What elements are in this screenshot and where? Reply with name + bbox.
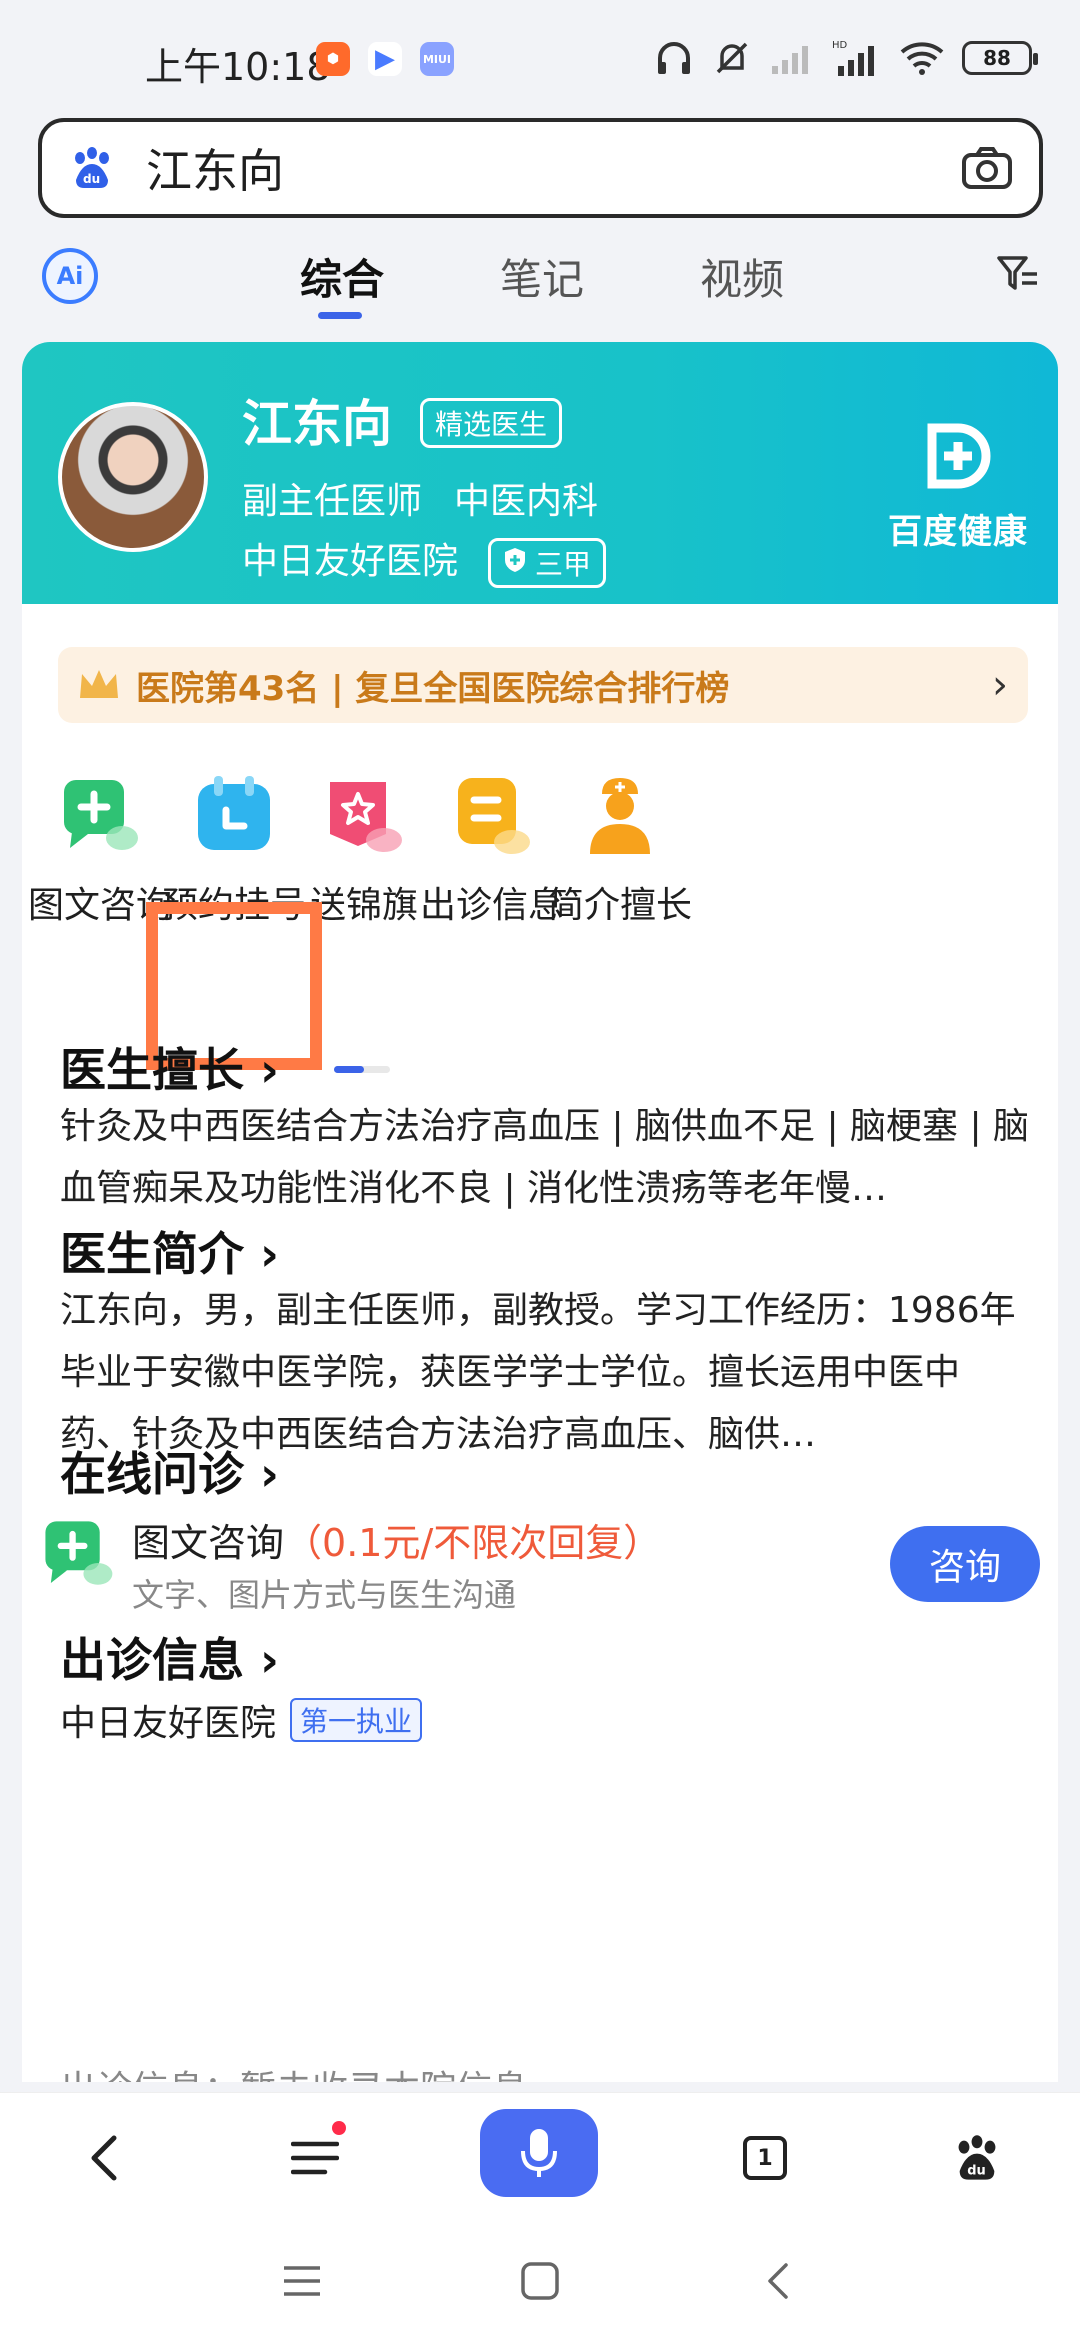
doctor-avatar <box>58 402 208 552</box>
service-shortcuts: 图文咨询 预约挂号 送锦旗 出诊信息 简介擅长 <box>22 762 1058 1073</box>
ranking-text: 医院第43名 | 复旦全国医院综合排行榜 <box>136 668 730 709</box>
app-notification-icon: ⬢ <box>316 42 350 76</box>
hospital-ranking-bar[interactable]: 医院第43名 | 复旦全国医院综合排行榜 › <box>58 647 1028 723</box>
play-store-icon: ▶ <box>368 42 402 76</box>
chevron-right-icon: › <box>260 1633 279 1687</box>
service-intro[interactable]: 简介擅长 <box>530 762 710 928</box>
doctor-card: 江东向 精选医生 副主任医师 中医内科 中日友好医院 三甲 百度健康 医院第43… <box>22 342 1058 2082</box>
star-banner-icon <box>330 782 402 852</box>
consult-row[interactable]: 图文咨询（0.1元/不限次回复） 文字、图片方式与医生沟通 咨询 <box>40 1510 1040 1620</box>
doctor-department: 中医内科 <box>454 481 599 522</box>
clinic-info-title[interactable]: 出诊信息 › <box>60 1624 279 1690</box>
system-back-button[interactable] <box>748 2256 808 2306</box>
camera-icon[interactable] <box>961 146 1013 190</box>
online-consult-title[interactable]: 在线问诊 › <box>60 1438 279 1504</box>
back-button[interactable] <box>58 2113 148 2203</box>
wifi-icon <box>900 42 944 75</box>
baidu-health-logo: 百度健康 <box>888 420 1028 553</box>
schedule-icon <box>458 778 530 854</box>
signal-weak-icon <box>772 46 808 74</box>
doctor-header[interactable]: 江东向 精选医生 副主任医师 中医内科 中日友好医院 三甲 百度健康 <box>22 342 1058 604</box>
mute-bell-icon <box>716 42 748 74</box>
consult-price: （0.1元/不限次回复） <box>284 1521 662 1565</box>
status-indicators: HD 88 <box>654 38 1038 78</box>
intro-title[interactable]: 医生简介 › <box>60 1218 279 1284</box>
tab-notes[interactable]: 笔记 <box>500 246 584 307</box>
baidu-paw-icon: du <box>958 2135 996 2180</box>
browser-toolbar: 1 du <box>0 2092 1080 2216</box>
online-consult-title-text: 在线问诊 <box>60 1447 244 1501</box>
hospital-level-text: 三甲 <box>535 548 592 581</box>
recent-apps-button[interactable] <box>272 2256 332 2306</box>
health-cross-icon <box>927 423 991 489</box>
featured-doctor-badge: 精选医生 <box>420 398 563 448</box>
voice-search-button[interactable] <box>480 2109 598 2197</box>
consult-service-name: 图文咨询 <box>132 1521 285 1565</box>
baidu-home-button[interactable]: du <box>932 2113 1022 2203</box>
clinic-hospital-name: 中日友好医院 <box>60 1703 277 1744</box>
consult-subtitle: 文字、图片方式与医生沟通 <box>132 1576 517 1614</box>
doctor-title: 副主任医师 <box>242 481 423 522</box>
crown-icon <box>80 670 118 698</box>
menu-button[interactable] <box>270 2113 360 2203</box>
chat-plus-icon <box>45 1521 113 1585</box>
service-label: 简介擅长 <box>547 885 692 926</box>
chevron-right-icon: › <box>260 1447 279 1501</box>
intro-title-text: 医生简介 <box>60 1227 244 1281</box>
clinic-info-clipped: 出诊信息：暂未收录本院信息 <box>60 2068 528 2082</box>
tabs-button[interactable]: 1 <box>720 2113 810 2203</box>
filter-icon[interactable] <box>996 254 1040 294</box>
active-tab-indicator <box>318 312 362 319</box>
battery-indicator: 88 <box>962 41 1038 75</box>
chevron-right-icon: › <box>260 1227 279 1281</box>
svg-text:du: du <box>83 172 100 186</box>
svg-text:du: du <box>967 2163 986 2178</box>
consult-button[interactable]: 咨询 <box>890 1526 1040 1602</box>
result-tabs: Ai 综合 笔记 视频 <box>0 240 1080 330</box>
chat-plus-icon <box>64 780 138 850</box>
svg-text:HD: HD <box>832 40 848 51</box>
miui-icon: MIUI <box>420 42 454 76</box>
brand-name: 百度健康 <box>888 512 1028 552</box>
doctor-name: 江东向 <box>242 395 392 453</box>
status-time: 上午10:18 <box>145 45 331 89</box>
shield-icon <box>505 548 525 572</box>
chevron-left-icon <box>768 2263 788 2299</box>
hospital-level-badge: 三甲 <box>488 538 607 588</box>
shortcut-scroll-indicator <box>334 1066 390 1073</box>
status-bar: 上午10:18 ⬢ ▶ MIUI HD 88 <box>0 0 1080 110</box>
menu-icon <box>291 2141 339 2175</box>
clinic-hospital-line[interactable]: 中日友好医院 第一执业 <box>60 1694 423 1746</box>
chevron-right-icon: › <box>260 1043 279 1097</box>
notification-dot <box>332 2121 346 2135</box>
nurse-icon <box>590 778 650 854</box>
signal-hd-icon: HD <box>832 40 874 76</box>
tab-video[interactable]: 视频 <box>700 246 784 307</box>
chevron-right-icon: › <box>992 662 1008 708</box>
baidu-paw-icon: du <box>75 147 109 188</box>
primary-practice-badge: 第一执业 <box>290 1698 423 1742</box>
status-app-icons: ⬢ ▶ MIUI <box>316 42 454 76</box>
home-button[interactable] <box>510 2256 570 2306</box>
doctor-hospital: 中日友好医院 <box>242 541 459 582</box>
tab-count-icon: 1 <box>743 2136 787 2180</box>
expertise-title-text: 医生擅长 <box>60 1043 244 1097</box>
tab-comprehensive[interactable]: 综合 <box>300 246 384 307</box>
expertise-body[interactable]: 针灸及中西医结合方法治疗高血压 | 脑供血不足 | 脑梗塞 | 脑血管痴呆及功能… <box>60 1096 1030 1220</box>
search-input[interactable]: 江东向 <box>146 135 284 201</box>
clinic-info-title-text: 出诊信息 <box>60 1633 244 1687</box>
consult-service-title: 图文咨询（0.1元/不限次回复） <box>132 1512 661 1567</box>
search-box[interactable]: du 江东向 <box>38 118 1043 218</box>
system-nav-bar <box>0 2216 1080 2340</box>
ai-assistant-icon[interactable]: Ai <box>42 248 98 304</box>
expertise-title[interactable]: 医生擅长 › <box>60 1034 279 1100</box>
headphones-icon <box>658 42 690 74</box>
square-icon <box>521 2262 559 2300</box>
microphone-icon <box>521 2129 557 2177</box>
chevron-left-icon <box>91 2135 117 2181</box>
calendar-icon <box>198 776 270 850</box>
menu-lines-icon <box>284 2266 320 2296</box>
